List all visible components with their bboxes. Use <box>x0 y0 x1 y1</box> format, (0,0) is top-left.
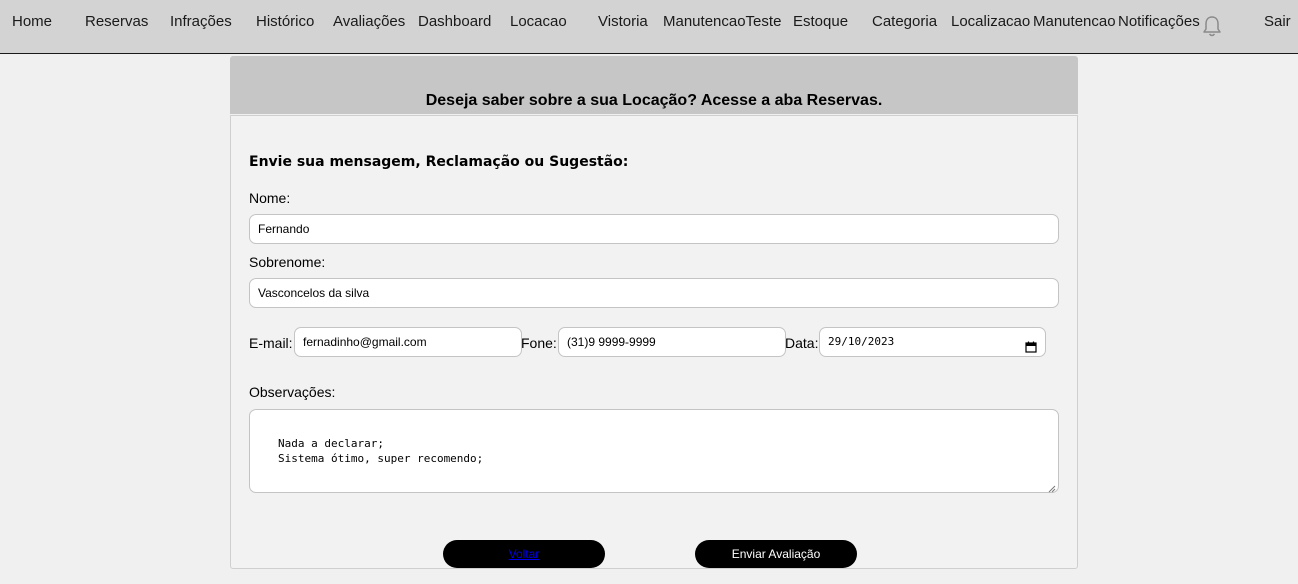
nav-notificacoes[interactable]: Notificações <box>1118 13 1200 31</box>
nav-avaliacoes[interactable]: Avaliações <box>333 13 405 31</box>
nav-manutencao-teste[interactable]: ManutencaoTeste <box>663 13 781 31</box>
data-label: Data: <box>785 335 819 351</box>
info-banner: Deseja saber sobre a sua Locação? Acesse… <box>230 56 1078 114</box>
observacoes-line: Sistema ótimo, super recomendo; <box>278 452 484 465</box>
form-title: Envie sua mensagem, Reclamação ou Sugest… <box>249 154 629 170</box>
submit-button[interactable]: Enviar Avaliação <box>695 540 857 568</box>
fone-label: Fone: <box>521 335 557 351</box>
calendar-icon[interactable] <box>1025 336 1037 353</box>
nav-locacao[interactable]: Locacao <box>510 13 567 31</box>
nav-reservas[interactable]: Reservas <box>85 13 148 31</box>
data-value: 29/10/2023 <box>828 335 895 348</box>
nav-manutencao[interactable]: Manutencao <box>1033 13 1116 31</box>
nav-categoria[interactable]: Categoria <box>872 13 937 31</box>
observacoes-line: Nada a declarar; <box>278 437 384 450</box>
nav-vistoria[interactable]: Vistoria <box>598 13 648 31</box>
fone-input[interactable]: (31)9 9999-9999 <box>558 327 786 357</box>
sobrenome-label: Sobrenome: <box>249 254 326 270</box>
nome-input[interactable]: Fernando <box>249 214 1059 244</box>
banner-text: Deseja saber sobre a sua Locação? Acesse… <box>425 92 883 109</box>
observacoes-textarea[interactable]: Nada a declarar; Sistema ótimo, super re… <box>249 409 1059 493</box>
nav-historico[interactable]: Histórico <box>256 13 314 31</box>
sobrenome-input[interactable]: Vasconcelos da silva <box>249 278 1059 308</box>
resize-grip-icon[interactable] <box>1048 482 1056 493</box>
feedback-form: Envie sua mensagem, Reclamação ou Sugest… <box>230 115 1078 569</box>
nav-localizacao[interactable]: Localizacao <box>951 13 1030 31</box>
top-navigation: Home Reservas Infrações Histórico Avalia… <box>0 0 1298 54</box>
nav-logout[interactable]: Sair <box>1264 13 1291 31</box>
email-label: E-mail: <box>249 335 293 351</box>
back-link[interactable]: Voltar <box>509 547 540 561</box>
nav-home[interactable]: Home <box>12 13 52 31</box>
bell-icon[interactable] <box>1201 14 1223 38</box>
data-input[interactable]: 29/10/2023 <box>819 327 1046 357</box>
observacoes-label: Observações: <box>249 384 336 400</box>
nav-estoque[interactable]: Estoque <box>793 13 848 31</box>
nome-label: Nome: <box>249 190 291 206</box>
email-input[interactable]: fernadinho@gmail.com <box>294 327 522 357</box>
nav-dashboard[interactable]: Dashboard <box>418 13 491 31</box>
back-button[interactable]: Voltar <box>443 540 605 568</box>
nav-infracoes[interactable]: Infrações <box>170 13 232 31</box>
